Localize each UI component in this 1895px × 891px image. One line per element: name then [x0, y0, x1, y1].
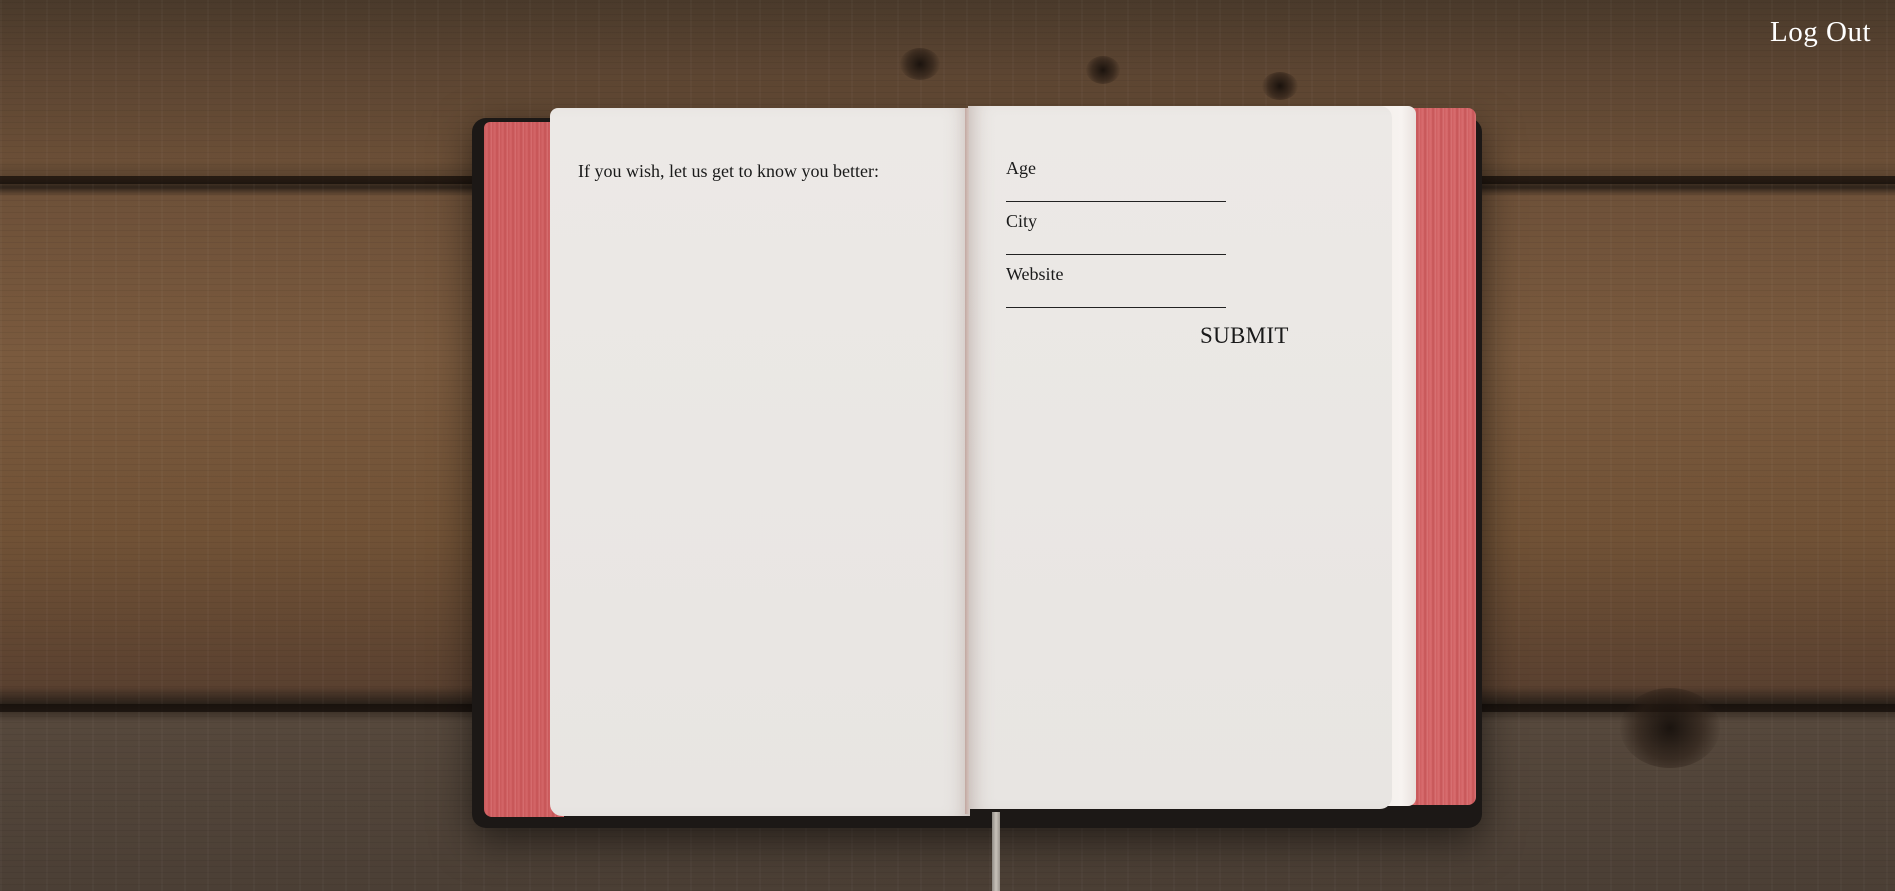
age-input[interactable]	[1006, 183, 1226, 202]
logout-link[interactable]: Log Out	[1770, 16, 1871, 49]
age-label: Age	[1006, 158, 1036, 178]
submit-button[interactable]: SUBMIT	[1200, 323, 1289, 349]
website-input[interactable]	[1006, 289, 1226, 308]
wood-knot	[1620, 688, 1720, 768]
website-label: Website	[1006, 264, 1064, 284]
wood-knot	[900, 48, 940, 80]
wood-knot	[1086, 56, 1120, 84]
book-left-page	[550, 108, 970, 816]
bookmark-ribbon	[992, 812, 1000, 891]
wood-knot	[1262, 72, 1298, 100]
book-gutter	[965, 108, 969, 814]
intro-text: If you wish, let us get to know you bett…	[578, 161, 879, 181]
city-label: City	[1006, 211, 1038, 231]
city-input[interactable]	[1006, 236, 1226, 255]
